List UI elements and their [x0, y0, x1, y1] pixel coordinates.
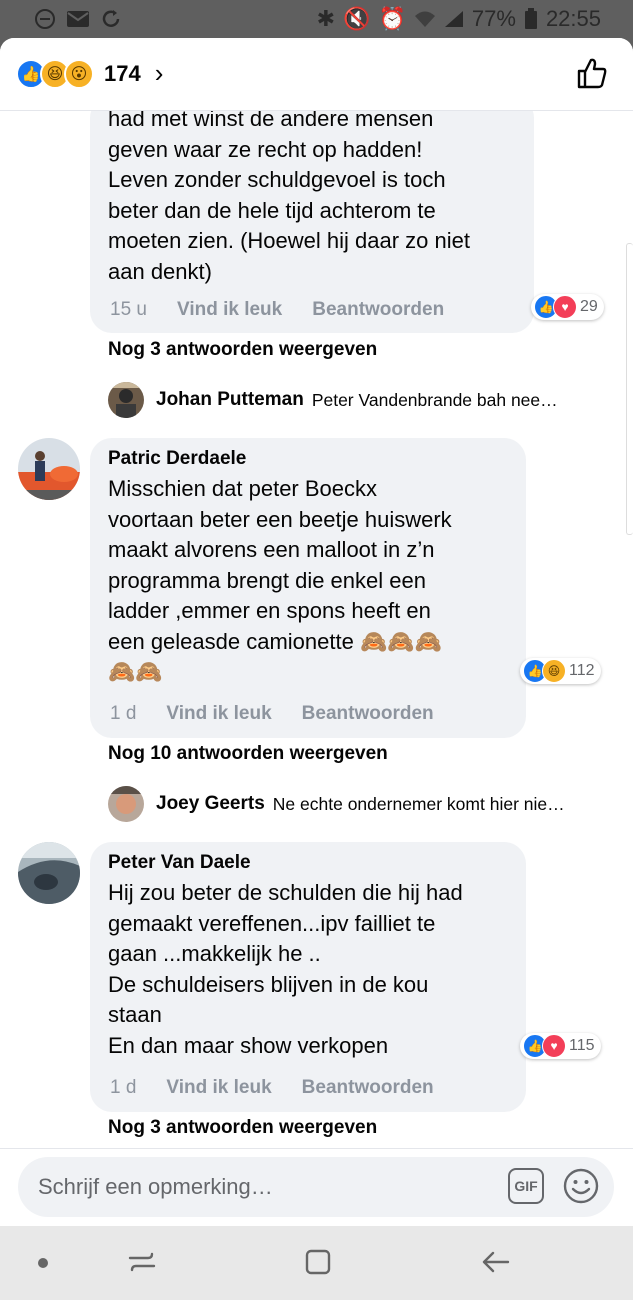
- chevron-right-icon: ›: [154, 58, 164, 88]
- gif-button[interactable]: GIF: [508, 1168, 544, 1204]
- reply-snippet: Ne echte ondernemer komt hier nie…: [272, 793, 565, 814]
- reaction-summary[interactable]: 👍 ♥ 115: [520, 1033, 601, 1059]
- comment-actions: 1 d Vind ik leuk Beantwoorden: [110, 1077, 434, 1099]
- wow-reaction-icon: 😮: [64, 58, 94, 89]
- comment-input-placeholder: Schrijf een opmerking…: [38, 1174, 273, 1199]
- comment-author[interactable]: Patric Derdaele: [108, 448, 508, 470]
- nav-dot-icon[interactable]: [38, 1258, 48, 1268]
- reaction-count: 115: [569, 1037, 595, 1054]
- reply-preview[interactable]: Joey Geerts Ne echte ondernemer komt hie…: [108, 786, 565, 822]
- recent-apps-icon[interactable]: [126, 1246, 158, 1278]
- status-bar: ✱ 🔇 ⏰ 77% 22:55: [0, 0, 633, 38]
- do-not-disturb-icon: [35, 9, 55, 29]
- haha-reaction-icon: 😆: [542, 659, 566, 683]
- like-button[interactable]: Vind ik leuk: [166, 1077, 271, 1099]
- love-reaction-icon: ♥: [542, 1034, 566, 1058]
- bluetooth-icon: ✱: [316, 6, 336, 31]
- comments-list[interactable]: had met winst de andere mensen geven waa…: [0, 38, 633, 1148]
- comment-actions: 15 u Vind ik leuk Beantwoorden: [110, 299, 444, 321]
- reply-author[interactable]: Joey Geerts: [156, 793, 265, 815]
- comment-bubble: Peter Van Daele Hij zou beter de schulde…: [90, 842, 526, 1112]
- like-button[interactable]: Vind ik leuk: [177, 299, 282, 321]
- comment-time[interactable]: 1 d: [110, 703, 136, 725]
- scrollbar[interactable]: [626, 243, 633, 535]
- like-button[interactable]: Vind ik leuk: [166, 703, 271, 725]
- comment-text: Hij zou beter de schulden die hij had ge…: [108, 880, 463, 1058]
- avatar[interactable]: [108, 382, 144, 418]
- mute-icon: 🔇: [343, 6, 371, 31]
- reaction-summary[interactable]: 👍 😆 112: [520, 658, 601, 684]
- reply-button[interactable]: Beantwoorden: [302, 1077, 434, 1099]
- reaction-total: 174: [104, 60, 141, 86]
- avatar[interactable]: [18, 438, 80, 500]
- comment-time[interactable]: 1 d: [110, 1077, 136, 1099]
- comment-text: Misschien dat peter Boeckx voortaan bete…: [108, 476, 452, 684]
- alarm-icon: ⏰: [378, 6, 406, 31]
- reply-author[interactable]: Johan Putteman: [156, 389, 304, 411]
- battery-percent: 77%: [471, 6, 516, 31]
- wifi-icon: [414, 11, 435, 27]
- comment-text: had met winst de andere mensen geven waa…: [108, 106, 470, 284]
- reply-preview[interactable]: Johan Putteman Peter Vandenbrande bah ne…: [108, 382, 558, 418]
- view-more-replies[interactable]: Nog 3 antwoorden weergeven: [108, 1117, 377, 1139]
- emoji-icon[interactable]: [562, 1167, 600, 1205]
- comment-author[interactable]: Peter Van Daele: [108, 852, 508, 874]
- comment-composer: Schrijf een opmerking… GIF: [0, 1148, 633, 1226]
- reaction-count: 112: [569, 662, 595, 679]
- like-post-icon[interactable]: [575, 56, 609, 90]
- sync-icon: [102, 10, 120, 27]
- battery-icon: [524, 8, 537, 29]
- comment-bubble: Patric Derdaele Misschien dat peter Boec…: [90, 438, 526, 738]
- clock: 22:55: [545, 6, 601, 31]
- comment-bubble: had met winst de andere mensen geven waa…: [90, 96, 534, 333]
- reply-button[interactable]: Beantwoorden: [312, 299, 444, 321]
- system-nav-bar: [0, 1226, 633, 1300]
- comment-time[interactable]: 15 u: [110, 299, 147, 321]
- home-icon[interactable]: [302, 1246, 334, 1278]
- reply-snippet: Peter Vandenbrande bah nee…: [311, 389, 558, 410]
- avatar[interactable]: [18, 842, 80, 904]
- signal-icon: [444, 11, 463, 27]
- view-more-replies[interactable]: Nog 3 antwoorden weergeven: [108, 339, 377, 361]
- comments-sheet: had met winst de andere mensen geven waa…: [0, 38, 633, 1226]
- mail-icon: [67, 11, 89, 27]
- comment-actions: 1 d Vind ik leuk Beantwoorden: [110, 703, 434, 725]
- reply-button[interactable]: Beantwoorden: [302, 703, 434, 725]
- reaction-count: 29: [580, 298, 598, 315]
- back-arrow-icon[interactable]: [480, 1246, 512, 1278]
- love-reaction-icon: ♥: [553, 295, 577, 319]
- avatar[interactable]: [108, 786, 144, 822]
- reactions-summary-button[interactable]: 👍 😆 😮 174 ›: [16, 58, 163, 89]
- reactions-header: 👍 😆 😮 174 ›: [0, 38, 633, 111]
- comment-input[interactable]: Schrijf een opmerking… GIF: [18, 1157, 614, 1217]
- view-more-replies[interactable]: Nog 10 antwoorden weergeven: [108, 743, 388, 765]
- reaction-summary[interactable]: 👍 ♥ 29: [531, 294, 604, 320]
